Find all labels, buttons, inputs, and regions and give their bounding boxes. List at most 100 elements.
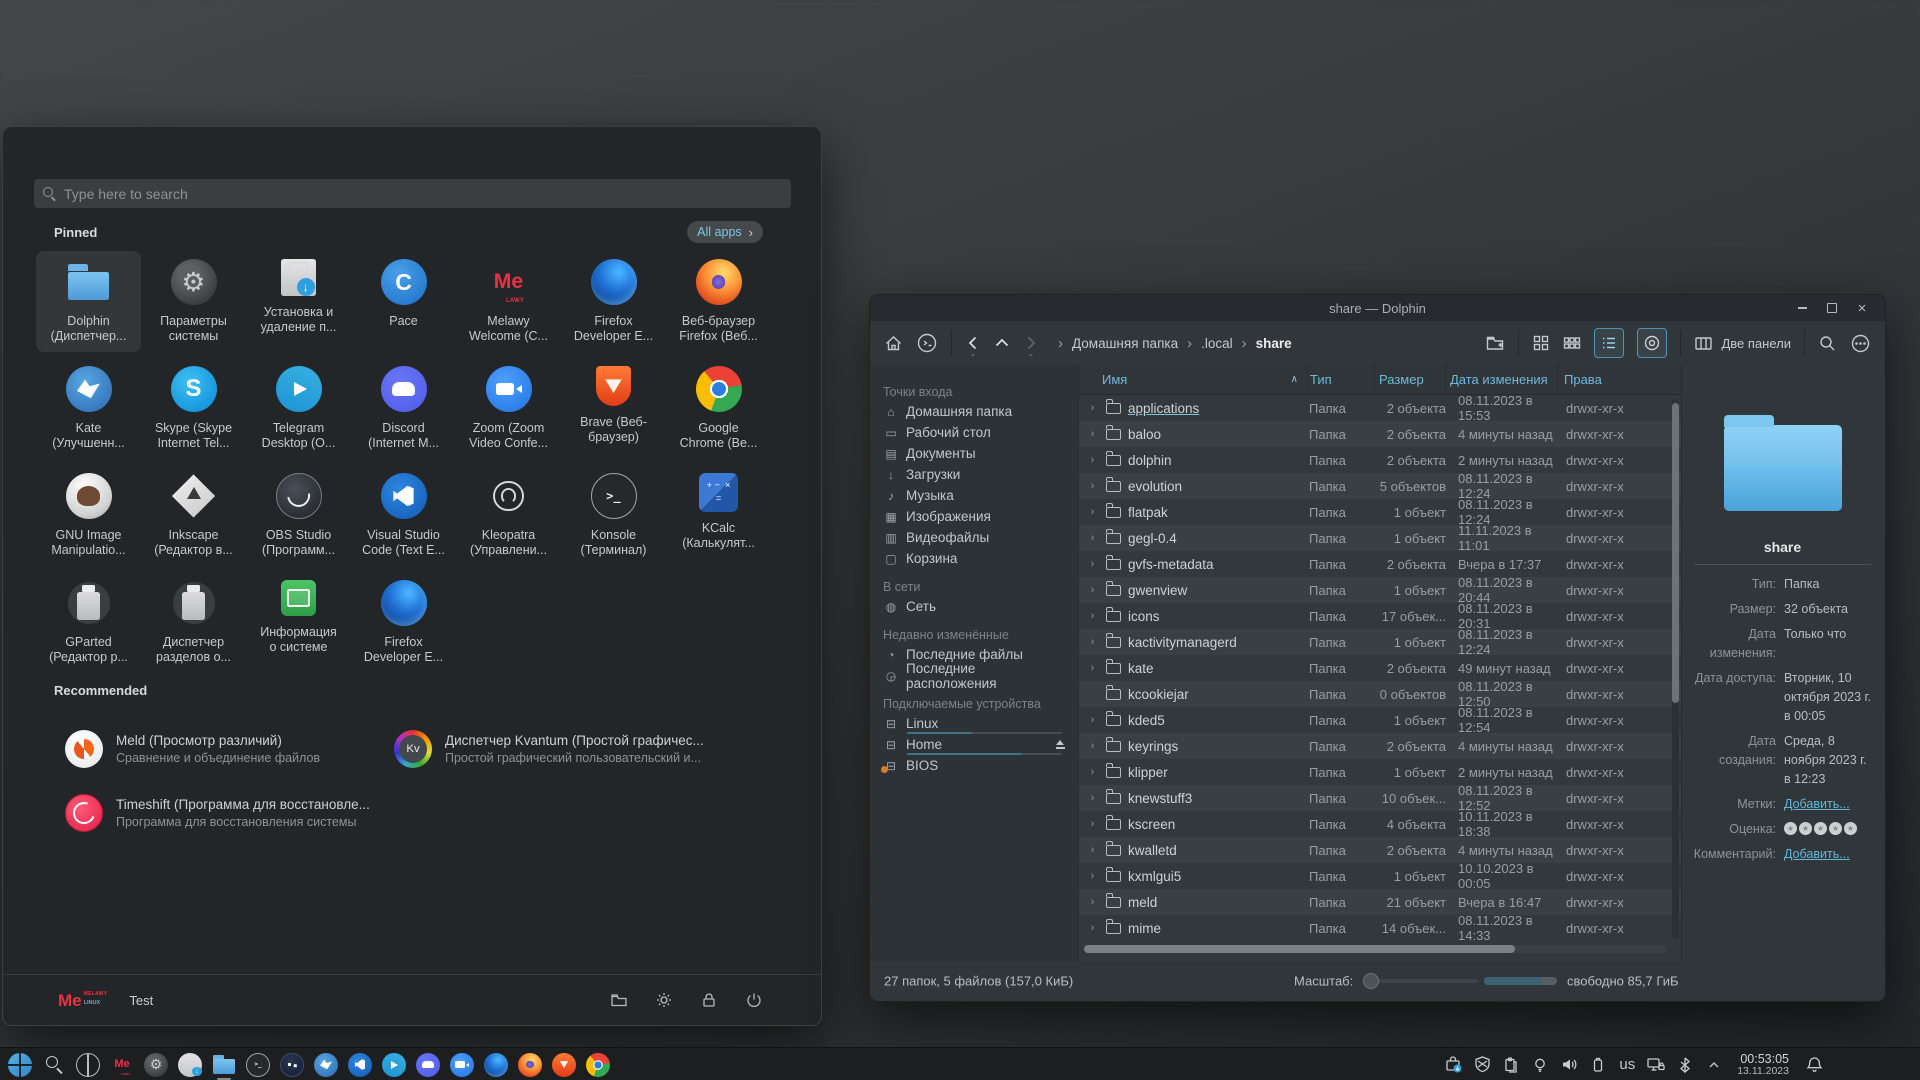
expand-chevron-icon[interactable]: ›: [1079, 480, 1106, 492]
file-name[interactable]: flatpak: [1128, 505, 1288, 520]
horizontal-scrollbar[interactable]: [1084, 945, 1667, 953]
app-tile[interactable]: Dolphin (Диспетчер...: [36, 251, 141, 352]
taskbar-item[interactable]: [110, 1053, 134, 1077]
taskbar-item[interactable]: [314, 1053, 338, 1077]
file-row[interactable]: › gwenview Папка 1 объект 08.11.2023 в 2…: [1079, 577, 1681, 603]
places-item[interactable]: ♪ Музыка: [870, 485, 1078, 506]
file-name[interactable]: knewstuff3: [1128, 791, 1288, 806]
app-tile[interactable]: Google Chrome (Ве...: [666, 358, 771, 459]
rating-stars[interactable]: [1784, 820, 1857, 839]
new-tab-icon[interactable]: [1485, 333, 1505, 353]
expand-chevron-icon[interactable]: ›: [1079, 428, 1106, 440]
lock-button[interactable]: [700, 991, 718, 1009]
places-item[interactable]: Недавно изменённые: [870, 625, 1078, 644]
app-tile[interactable]: Visual Studio Code (Text E...: [351, 465, 456, 566]
places-item[interactable]: ▥ Видеофайлы: [870, 527, 1078, 548]
taskbar-item[interactable]: [212, 1053, 236, 1077]
titlebar[interactable]: share — Dolphin: [870, 295, 1885, 321]
compact-view-icon[interactable]: [1563, 334, 1581, 352]
expand-chevron-icon[interactable]: ›: [1079, 662, 1106, 674]
bluetooth-icon[interactable]: [1675, 1055, 1695, 1075]
file-row[interactable]: › baloo Папка 2 объекта 4 минуты назад d…: [1079, 421, 1681, 447]
taskbar-item[interactable]: [416, 1053, 440, 1077]
file-name[interactable]: dolphin: [1128, 453, 1288, 468]
forward-dropdown-icon[interactable]: ⌄: [1028, 350, 1035, 358]
expand-chevron-icon[interactable]: ›: [1079, 402, 1106, 414]
file-row[interactable]: › gegl-0.4 Папка 1 объект 11.11.2023 в 1…: [1079, 525, 1681, 551]
taskbar-item[interactable]: [382, 1053, 406, 1077]
app-tile[interactable]: OBS Studio (Программ...: [246, 465, 351, 566]
file-row[interactable]: › knewstuff3 Папка 10 объек... 08.11.202…: [1079, 785, 1681, 811]
file-name[interactable]: kscreen: [1128, 817, 1288, 832]
expand-chevron-icon[interactable]: ›: [1079, 766, 1106, 778]
file-name[interactable]: evolution: [1128, 479, 1288, 494]
hamburger-menu-icon[interactable]: [1850, 333, 1871, 354]
app-tile[interactable]: Firefox Developer E...: [351, 572, 456, 673]
file-name[interactable]: gvfs-metadata: [1128, 557, 1288, 572]
file-row[interactable]: › kded5 Папка 1 объект 08.11.2023 в 12:5…: [1079, 707, 1681, 733]
places-item[interactable]: В сети: [870, 577, 1078, 596]
file-name[interactable]: gegl-0.4: [1128, 531, 1288, 546]
taskbar-item[interactable]: [246, 1053, 270, 1077]
file-name[interactable]: kate: [1128, 661, 1288, 676]
taskbar-item[interactable]: [8, 1053, 32, 1077]
maximize-button[interactable]: [1825, 301, 1839, 315]
file-name[interactable]: mime: [1128, 921, 1288, 936]
app-tile[interactable]: Zoom (Zoom Video Confe...: [456, 358, 561, 459]
file-row[interactable]: › flatpak Папка 1 объект 08.11.2023 в 12…: [1079, 499, 1681, 525]
column-header-permissions[interactable]: Права: [1558, 365, 1681, 394]
clipboard-icon[interactable]: [1501, 1055, 1521, 1075]
expand-chevron-icon[interactable]: ›: [1079, 506, 1106, 518]
power-button[interactable]: [745, 991, 763, 1009]
places-item[interactable]: ▦ Изображения: [870, 506, 1078, 527]
app-tile[interactable]: Skype (Skype Internet Tel...: [141, 358, 246, 459]
places-item[interactable]: ⊟ BIOS: [870, 755, 1078, 776]
up-button[interactable]: [994, 335, 1010, 351]
file-name[interactable]: klipper: [1128, 765, 1288, 780]
night-color-icon[interactable]: [1530, 1055, 1550, 1075]
app-tile[interactable]: Веб-браузер Firefox (Веб...: [666, 251, 771, 352]
vertical-scrollbar[interactable]: [1672, 399, 1679, 939]
screen-lock-icon[interactable]: [1646, 1055, 1666, 1075]
settings-button[interactable]: [655, 991, 673, 1009]
split-view-button[interactable]: Две панели: [1694, 334, 1791, 353]
file-row[interactable]: › meld Папка 21 объект Вчера в 16:47 drw…: [1079, 889, 1681, 915]
expand-tray-icon[interactable]: [1704, 1055, 1724, 1075]
file-row[interactable]: › klipper Папка 1 объект 2 минуты назад …: [1079, 759, 1681, 785]
breadcrumb-current[interactable]: share: [1256, 336, 1292, 351]
column-header-size[interactable]: Размер: [1375, 365, 1446, 394]
volume-icon[interactable]: [1559, 1055, 1579, 1075]
taskbar-item[interactable]: [484, 1053, 508, 1077]
taskbar-item[interactable]: [42, 1053, 66, 1077]
zoom-slider-knob[interactable]: [1363, 973, 1379, 989]
app-tile[interactable]: Konsole (Терминал): [561, 465, 666, 566]
file-row[interactable]: › gvfs-metadata Папка 2 объекта Вчера в …: [1079, 551, 1681, 577]
file-name[interactable]: kded5: [1128, 713, 1288, 728]
file-row[interactable]: › keyrings Папка 2 объекта 4 минуты наза…: [1079, 733, 1681, 759]
expand-chevron-icon[interactable]: ›: [1079, 610, 1106, 622]
app-tile[interactable]: Brave (Веб- браузер): [561, 358, 666, 459]
file-name[interactable]: icons: [1128, 609, 1288, 624]
expand-chevron-icon[interactable]: ›: [1079, 532, 1106, 544]
app-tile[interactable]: Pace: [351, 251, 456, 352]
taskbar-item[interactable]: [518, 1053, 542, 1077]
details-view-button[interactable]: [1594, 328, 1624, 358]
file-name[interactable]: kxmlgui5: [1128, 869, 1288, 884]
file-row[interactable]: › applications Папка 2 объекта 08.11.202…: [1079, 395, 1681, 421]
add-tags-link[interactable]: Добавить...: [1784, 795, 1873, 814]
rating-star[interactable]: [1799, 822, 1812, 835]
recommended-item[interactable]: Диспетчер Kvantum (Простой графичес... П…: [394, 717, 734, 781]
places-item[interactable]: ⊟ Home: [870, 734, 1078, 755]
file-row[interactable]: › kactivitymanagerd Папка 1 объект 08.11…: [1079, 629, 1681, 655]
recommended-item[interactable]: Timeshift (Программа для восстановле... …: [65, 781, 394, 845]
file-row[interactable]: › kwalletd Папка 2 объекта 4 минуты наза…: [1079, 837, 1681, 863]
expand-chevron-icon[interactable]: ›: [1079, 792, 1106, 804]
expand-chevron-icon[interactable]: ›: [1079, 818, 1106, 830]
back-dropdown-icon[interactable]: ⌄: [970, 350, 977, 358]
app-tile[interactable]: Firefox Developer E...: [561, 251, 666, 352]
app-tile[interactable]: Kate (Улучшенн...: [36, 358, 141, 459]
app-tile[interactable]: Discord (Internet M...: [351, 358, 456, 459]
file-row[interactable]: › kate Папка 2 объекта 49 минут назад dr…: [1079, 655, 1681, 681]
close-button[interactable]: [1855, 301, 1869, 315]
file-name[interactable]: keyrings: [1128, 739, 1288, 754]
